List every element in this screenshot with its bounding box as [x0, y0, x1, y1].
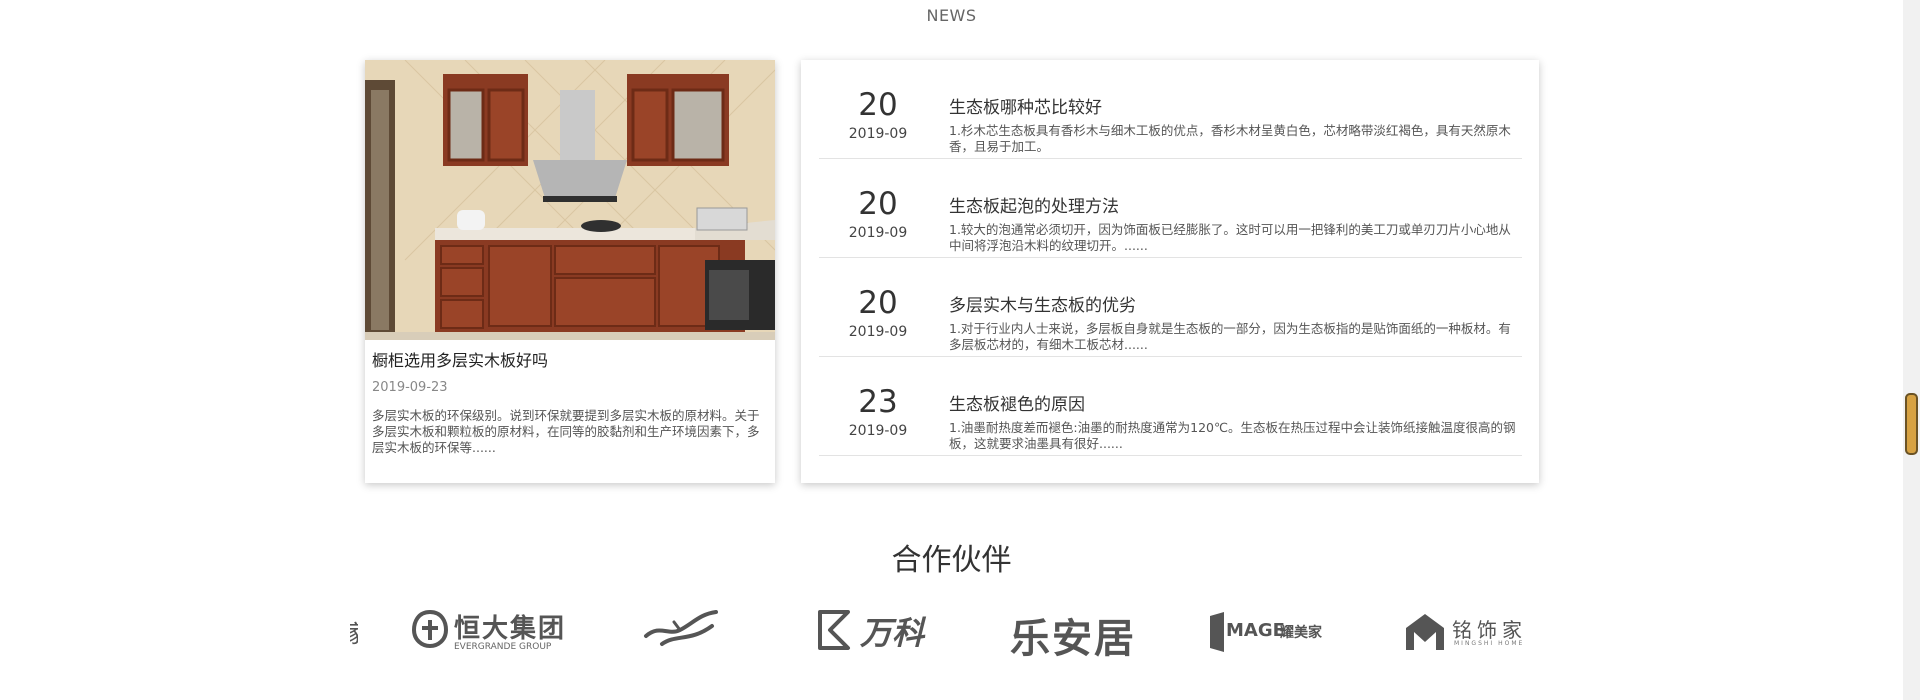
partners-logo-carousel: 家 恒大集团 EVERGRANDE GROUP 万科 乐安居 MAGE 耀美家 — [350, 600, 1535, 660]
partner-logo-leanju[interactable]: 乐安居 — [1010, 600, 1140, 660]
news-date-block: 23 2019-09 — [819, 357, 937, 439]
news-day: 20 — [858, 285, 898, 321]
news-list-item[interactable]: 23 2019-09 生态板褪色的原因 1.油墨耐热度差而褪色:油墨的耐热度通常… — [819, 357, 1522, 456]
mage-logo-cn: 耀美家 — [1280, 625, 1322, 641]
news-title[interactable]: 生态板褪色的原因 — [949, 390, 1085, 415]
mingshi-logo-text: 铭饰家 — [1452, 618, 1527, 642]
partial-logo: 家 — [350, 600, 358, 660]
featured-news-summary: 多层实木板的环保级别。说到环保就要提到多层实木板的原材料。关于多层实木板和颗粒板… — [372, 408, 760, 455]
leanju-logo-text: 乐安居 — [1010, 616, 1136, 660]
news-date-block: 20 2019-09 — [819, 159, 937, 241]
news-list-item[interactable]: 20 2019-09 生态板哪种芯比较好 1.杉木芯生态板具有香杉木与细木工板的… — [819, 60, 1522, 159]
mingshi-logo-icon — [1406, 614, 1444, 650]
news-summary: 1.油墨耐热度差而褪色:油墨的耐热度通常为120℃。生态板在热压过程中会让装饰纸… — [949, 420, 1516, 451]
partner-logo-evergrande[interactable]: 恒大集团 EVERGRANDE GROUP — [412, 600, 572, 660]
scrollbar-thumb[interactable] — [1905, 393, 1918, 455]
news-day: 20 — [858, 186, 898, 222]
news-year-month: 2019-09 — [848, 225, 908, 241]
featured-news-title[interactable]: 橱柜选用多层实木板好吗 — [372, 347, 548, 371]
news-date-block: 20 2019-09 — [819, 258, 937, 340]
mage-logo-text: MAGE — [1226, 620, 1285, 641]
partner-logo-mage[interactable]: MAGE 耀美家 — [1210, 600, 1330, 660]
partner-logo-vanke[interactable]: 万科 — [816, 600, 946, 660]
news-year-month: 2019-09 — [848, 423, 908, 439]
news-year-month: 2019-09 — [848, 324, 908, 340]
news-title[interactable]: 多层实木与生态板的优劣 — [949, 291, 1136, 316]
news-title[interactable]: 生态板哪种芯比较好 — [949, 93, 1102, 118]
news-day: 23 — [858, 384, 898, 420]
news-year-month: 2019-09 — [848, 126, 908, 142]
vanke-logo-text: 万科 — [860, 614, 925, 652]
news-list-item[interactable]: 20 2019-09 多层实木与生态板的优劣 1.对于行业内人士来说，多层板自身… — [819, 258, 1522, 357]
mingshi-logo-subtext: MINGSHI HOME — [1454, 640, 1525, 647]
partner-logo-bird[interactable] — [642, 600, 722, 660]
mage-logo-icon — [1210, 612, 1224, 652]
evergrande-logo-subtext: EVERGRANDE GROUP — [454, 642, 552, 652]
news-section-subtitle: NEWS — [926, 6, 977, 25]
news-list-item[interactable]: 20 2019-09 生态板起泡的处理方法 1.较大的泡通常必须切开，因为饰面板… — [819, 159, 1522, 258]
featured-news-card[interactable]: 橱柜选用多层实木板好吗 2019-09-23 多层实木板的环保级别。说到环保就要… — [365, 60, 775, 483]
news-day: 20 — [858, 87, 898, 123]
news-title[interactable]: 生态板起泡的处理方法 — [949, 192, 1119, 217]
partner-logo-mingshi[interactable]: 铭饰家 MINGSHI HOME — [1402, 600, 1532, 660]
page-scrollbar[interactable] — [1903, 0, 1920, 700]
news-summary: 1.对于行业内人士来说，多层板自身就是生态板的一部分，因为生态板指的是贴饰面纸的… — [949, 321, 1511, 352]
svg-text:家: 家 — [350, 620, 358, 648]
kitchen-cabinet-photo — [365, 60, 775, 340]
evergrande-logo-text: 恒大集团 — [454, 614, 567, 644]
evergrande-logo-icon — [412, 610, 448, 649]
bird-logo-icon — [644, 610, 718, 646]
news-summary: 1.杉木芯生态板具有香杉木与细木工板的优点，香杉木材呈黄白色，芯材略带淡红褐色，… — [949, 123, 1511, 154]
news-summary: 1.较大的泡通常必须切开，因为饰面板已经膨胀了。这时可以用一把锋利的美工刀或单刃… — [949, 222, 1511, 253]
featured-news-date: 2019-09-23 — [372, 380, 448, 395]
news-list-card: 20 2019-09 生态板哪种芯比较好 1.杉木芯生态板具有香杉木与细木工板的… — [801, 60, 1539, 483]
news-date-block: 20 2019-09 — [819, 60, 937, 142]
vanke-logo-icon — [818, 610, 850, 650]
partners-heading: 合作伙伴 — [891, 543, 1012, 578]
